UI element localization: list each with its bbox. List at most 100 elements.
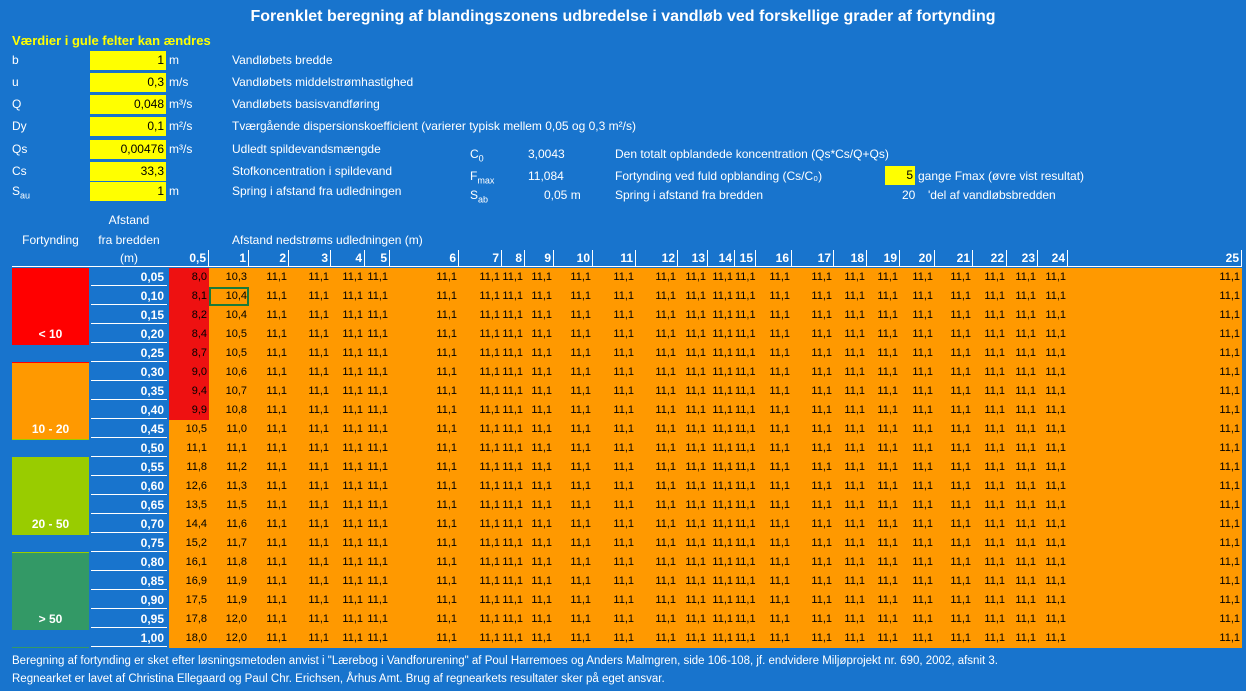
result-cell[interactable]: 11,1 [593,629,636,648]
result-cell[interactable]: 11,1 [390,553,459,572]
result-cell[interactable]: 11,1 [1007,401,1038,420]
result-cell[interactable]: 11,1 [525,591,554,610]
result-cell[interactable]: 11,1 [209,439,249,458]
result-cell[interactable]: 11,1 [756,382,792,401]
result-cell[interactable]: 11,1 [249,553,289,572]
result-cell[interactable]: 11,1 [636,591,678,610]
result-cell[interactable]: 11,1 [249,268,289,287]
result-cell[interactable]: 11,1 [792,515,834,534]
result-cell[interactable]: 11,1 [678,306,708,325]
result-cell[interactable]: 11,1 [289,477,331,496]
result-cell[interactable]: 11,1 [900,591,935,610]
param-value-input[interactable]: 1 [90,182,166,201]
result-cell[interactable]: 11,1 [502,363,525,382]
result-cell[interactable]: 11,1 [792,534,834,553]
result-cell[interactable]: 11,1 [249,591,289,610]
result-cell[interactable]: 11,9 [209,572,249,591]
result-cell[interactable]: 11,1 [867,363,900,382]
result-cell[interactable]: 8,4 [169,325,209,344]
result-cell[interactable]: 11,1 [502,553,525,572]
result-cell[interactable]: 11,1 [525,572,554,591]
result-cell[interactable]: 11,1 [973,572,1007,591]
result-cell[interactable]: 11,1 [834,306,867,325]
result-cell[interactable]: 11,1 [834,572,867,591]
result-cell[interactable]: 11,1 [834,401,867,420]
result-cell[interactable]: 11,1 [1038,458,1068,477]
result-cell[interactable]: 11,9 [209,591,249,610]
result-cell[interactable]: 11,1 [502,515,525,534]
result-cell[interactable]: 11,1 [1007,439,1038,458]
result-cell[interactable]: 17,8 [169,610,209,629]
result-cell[interactable]: 11,1 [1068,534,1242,553]
result-cell[interactable]: 11,1 [935,344,973,363]
result-cell[interactable]: 11,1 [459,401,502,420]
result-cell[interactable]: 11,1 [593,591,636,610]
result-cell[interactable]: 11,1 [678,496,708,515]
result-cell[interactable]: 11,1 [756,306,792,325]
result-cell[interactable]: 11,1 [756,553,792,572]
result-cell[interactable]: 11,1 [249,287,289,306]
result-cell[interactable]: 11,1 [554,306,593,325]
result-cell[interactable]: 11,1 [459,477,502,496]
result-cell[interactable]: 11,1 [459,610,502,629]
result-cell[interactable]: 11,1 [678,610,708,629]
result-cell[interactable]: 11,1 [900,572,935,591]
result-cell[interactable]: 11,1 [459,591,502,610]
result-cell[interactable]: 11,1 [834,591,867,610]
result-cell[interactable]: 11,1 [554,553,593,572]
result-cell[interactable]: 11,1 [636,439,678,458]
result-cell[interactable]: 11,1 [735,515,756,534]
result-cell[interactable]: 11,1 [1038,610,1068,629]
result-cell[interactable]: 11,1 [365,534,390,553]
result-cell[interactable]: 11,1 [867,610,900,629]
result-cell[interactable]: 11,1 [390,363,459,382]
result-cell[interactable]: 11,1 [502,325,525,344]
result-cell[interactable]: 8,2 [169,306,209,325]
result-cell[interactable]: 11,1 [365,458,390,477]
result-cell[interactable]: 11,1 [459,382,502,401]
result-cell[interactable]: 11,1 [502,477,525,496]
result-cell[interactable]: 11,1 [331,534,365,553]
result-cell[interactable]: 11,1 [973,344,1007,363]
result-cell[interactable]: 11,1 [249,534,289,553]
result-cell[interactable]: 11,1 [390,477,459,496]
result-cell[interactable]: 11,1 [636,553,678,572]
result-cell[interactable]: 11,1 [331,268,365,287]
result-cell[interactable]: 11,1 [973,477,1007,496]
result-cell[interactable]: 11,1 [678,268,708,287]
result-cell[interactable]: 11,1 [593,572,636,591]
result-cell[interactable]: 11,1 [593,439,636,458]
result-cell[interactable]: 11,1 [756,344,792,363]
result-cell[interactable]: 11,1 [289,496,331,515]
result-cell[interactable]: 11,1 [502,382,525,401]
result-cell[interactable]: 11,1 [390,572,459,591]
result-cell[interactable]: 11,1 [792,439,834,458]
result-cell[interactable]: 11,1 [249,629,289,648]
result-cell[interactable]: 11,1 [1007,515,1038,534]
result-cell[interactable]: 11,1 [1068,344,1242,363]
result-cell[interactable]: 10,5 [169,420,209,439]
result-cell[interactable]: 11,1 [867,382,900,401]
result-cell[interactable]: 11,1 [1038,382,1068,401]
result-cell[interactable]: 11,1 [525,363,554,382]
result-cell[interactable]: 11,1 [502,401,525,420]
result-cell[interactable]: 11,1 [249,515,289,534]
result-cell[interactable]: 11,1 [331,363,365,382]
result-cell[interactable]: 11,1 [973,553,1007,572]
result-cell[interactable]: 11,1 [636,458,678,477]
result-cell[interactable]: 10,6 [209,363,249,382]
result-cell[interactable]: 11,1 [678,553,708,572]
result-cell[interactable]: 11,1 [1068,610,1242,629]
result-cell[interactable]: 11,1 [935,268,973,287]
result-cell[interactable]: 11,1 [1068,439,1242,458]
result-cell[interactable]: 11,1 [365,515,390,534]
result-cell[interactable]: 11,1 [459,629,502,648]
result-cell[interactable]: 11,1 [636,344,678,363]
result-cell[interactable]: 11,1 [525,344,554,363]
result-cell[interactable]: 11,1 [1038,553,1068,572]
param-value-input[interactable]: 0,00476 [90,140,166,159]
result-cell[interactable]: 11,1 [525,515,554,534]
result-cell[interactable]: 11,1 [867,477,900,496]
result-cell[interactable]: 11,1 [289,363,331,382]
result-cell[interactable]: 11,1 [331,572,365,591]
